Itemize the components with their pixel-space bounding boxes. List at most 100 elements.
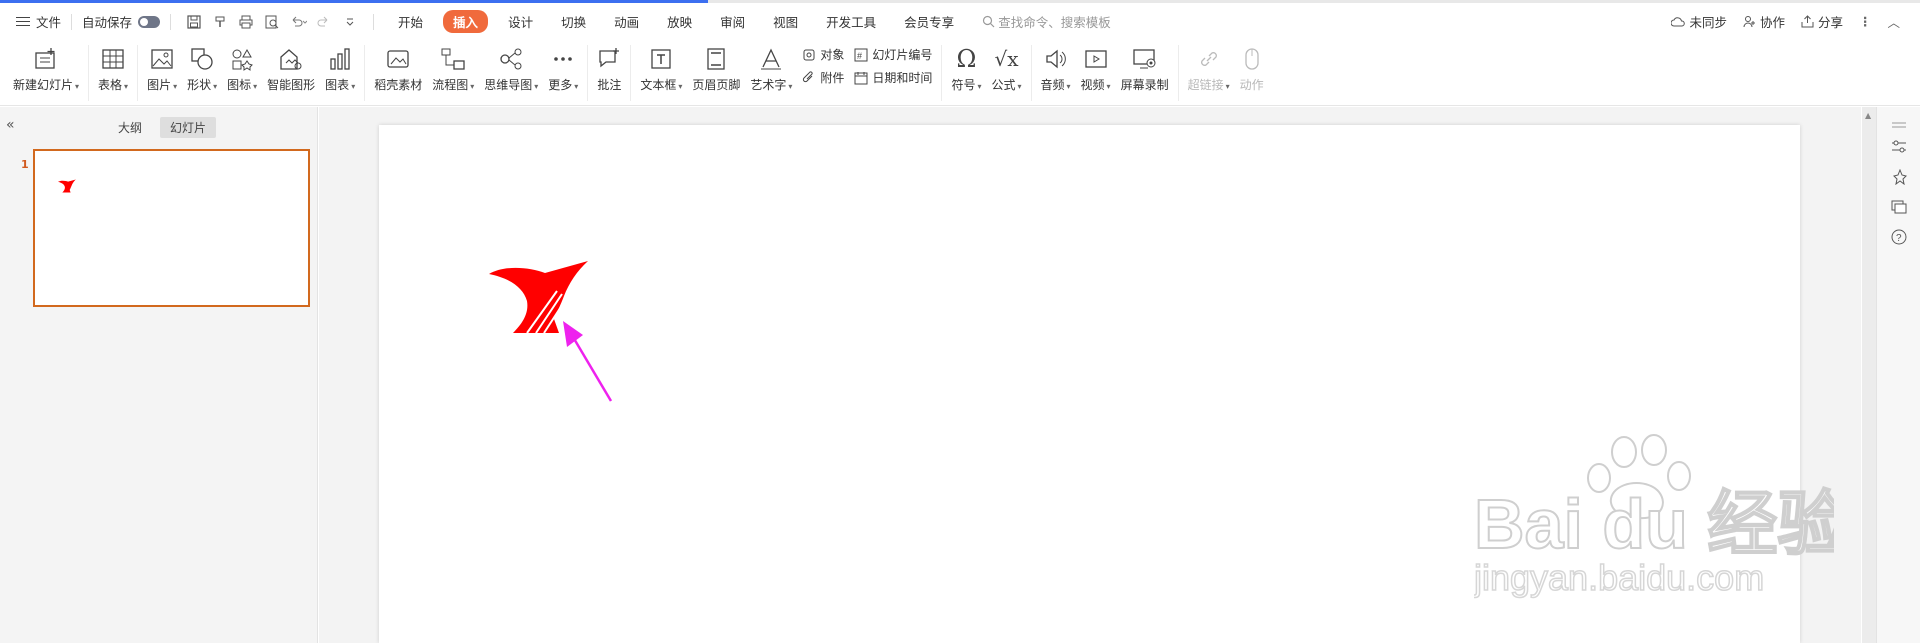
new-slide-button[interactable]: 新建幻灯片 ▾ [13, 40, 79, 93]
video-button[interactable]: 视频 ▾ [1081, 40, 1111, 93]
tab-outline[interactable]: 大纲 [108, 117, 152, 138]
formula-label: 公式 [991, 78, 1016, 92]
animation-icon[interactable] [1889, 167, 1909, 187]
docer-material-button[interactable]: 稻壳素材 [374, 40, 422, 93]
autosave-control[interactable]: 自动保存 [82, 3, 161, 40]
vertical-scrollbar[interactable]: ▲ [1862, 107, 1876, 643]
divider [373, 13, 375, 30]
right-side-rail: ? [1876, 107, 1920, 643]
collab-button[interactable]: 协作 [1743, 12, 1785, 31]
comment-label: 批注 [597, 78, 622, 92]
table-icon [101, 45, 125, 73]
wordart-button[interactable]: 艺术字 ▾ [750, 40, 792, 93]
picture-button[interactable]: 图片 ▾ [147, 40, 177, 93]
screen-record-button[interactable]: 屏幕录制 [1121, 40, 1169, 93]
menu-icon [16, 16, 30, 27]
customize-quick-access-icon[interactable] [337, 17, 363, 27]
wordart-icon [759, 45, 783, 73]
slide-number-button[interactable]: # 幻灯片编号 [854, 46, 932, 63]
textbox-button[interactable]: 文本框 ▾ [640, 40, 682, 93]
sync-label: 未同步 [1689, 15, 1727, 30]
file-menu[interactable]: 文件 [0, 3, 61, 40]
hyperlink-button[interactable]: 超链接 ▾ [1188, 40, 1230, 93]
print-icon[interactable] [233, 15, 259, 29]
smart-graphic-label: 智能图形 [267, 78, 316, 92]
tab-review[interactable]: 审阅 [706, 12, 759, 31]
scroll-up-icon[interactable]: ▲ [1865, 111, 1871, 120]
audio-button[interactable]: 音频 ▾ [1041, 40, 1071, 93]
action-button[interactable]: 动作 [1240, 40, 1264, 93]
object-label: 对象 [820, 48, 845, 62]
formula-button[interactable]: √x 公式 ▾ [991, 40, 1021, 93]
more-options-icon[interactable]: ⋮ [1859, 14, 1872, 29]
divider [71, 13, 73, 30]
datetime-button[interactable]: 日期和时间 [854, 69, 932, 86]
command-search[interactable]: 查找命令、搜索模板 [982, 12, 1111, 31]
object-button[interactable]: 对象 [802, 46, 844, 63]
paperclip-icon [803, 70, 814, 82]
chart-icon [328, 45, 352, 73]
action-label: 动作 [1239, 78, 1264, 92]
link-icon [1197, 45, 1221, 73]
help-icon[interactable]: ? [1889, 227, 1909, 247]
svg-text:?: ? [1896, 233, 1902, 244]
save-icon[interactable] [181, 14, 207, 29]
chart-button[interactable]: 图表 ▾ [325, 40, 355, 93]
share-button[interactable]: 分享 [1801, 12, 1843, 31]
flowchart-label: 流程图 [432, 78, 469, 92]
picture-label: 图片 [147, 78, 172, 92]
tab-animations[interactable]: 动画 [600, 12, 653, 31]
tab-slides[interactable]: 幻灯片 [160, 117, 217, 138]
redo-icon[interactable] [311, 15, 337, 29]
tab-transitions[interactable]: 切换 [547, 12, 600, 31]
properties-icon[interactable] [1889, 137, 1909, 157]
more-button[interactable]: 更多 ▾ [548, 40, 578, 93]
format-painter-icon[interactable] [207, 15, 233, 29]
tab-design[interactable]: 设计 [494, 12, 547, 31]
share-icon [1801, 15, 1814, 28]
mindmap-button[interactable]: 思维导图 ▾ [484, 40, 538, 93]
slide-thumbnail[interactable] [33, 149, 310, 307]
print-preview-icon[interactable] [259, 15, 285, 29]
cloud-icon [1671, 16, 1686, 26]
tab-view[interactable]: 视图 [759, 12, 812, 31]
watermark-brand: Bai du 经验 [1474, 485, 1834, 563]
collapse-rail-icon[interactable] [1889, 115, 1909, 135]
datetime-label: 日期和时间 [872, 71, 933, 85]
slide-number-icon: # [854, 48, 868, 61]
docer-icon [385, 45, 411, 73]
undo-icon[interactable] [285, 15, 311, 29]
header-footer-label: 页眉页脚 [692, 78, 741, 92]
smart-graphic-button[interactable]: 智能图形 [267, 40, 315, 93]
tab-member[interactable]: 会员专享 [890, 12, 968, 31]
tab-developer[interactable]: 开发工具 [812, 12, 890, 31]
table-button[interactable]: 表格 ▾ [98, 40, 128, 93]
video-icon [1084, 45, 1108, 73]
number-date-group: # 幻灯片编号 日期和时间 [854, 40, 932, 86]
attachment-label: 附件 [820, 71, 845, 85]
tab-slideshow[interactable]: 放映 [653, 12, 706, 31]
tab-home[interactable]: 开始 [384, 12, 437, 31]
file-menu-label: 文件 [36, 15, 62, 30]
icon-button[interactable]: 图标 ▾ [227, 40, 257, 93]
symbol-button[interactable]: Ω 符号 ▾ [951, 40, 981, 93]
search-icon [983, 15, 995, 28]
baidu-jingyan-watermark: Bai du 经验 jingyan.baidu.com [1474, 434, 1834, 599]
collapse-ribbon-icon[interactable]: ︿ [1887, 12, 1900, 31]
object-icon [803, 49, 815, 60]
attachment-button[interactable]: 附件 [802, 69, 844, 86]
mindmap-label: 思维导图 [484, 78, 533, 92]
mindmap-icon [498, 45, 524, 73]
wordart-label: 艺术字 [750, 78, 787, 92]
flowchart-button[interactable]: 流程图 ▾ [432, 40, 474, 93]
shape-button[interactable]: 形状 ▾ [187, 40, 217, 93]
header-footer-button[interactable]: 页眉页脚 [692, 40, 740, 93]
sync-button[interactable]: 未同步 [1671, 12, 1727, 31]
tab-insert[interactable]: 插入 [443, 10, 489, 33]
slide-number-label: 幻灯片编号 [872, 48, 933, 62]
slide-transition-icon[interactable] [1889, 197, 1909, 217]
textbox-icon [649, 45, 673, 73]
autosave-toggle[interactable] [138, 15, 161, 28]
comment-button[interactable]: 批注 [597, 40, 621, 93]
collapse-panel-icon[interactable]: « [6, 117, 15, 133]
